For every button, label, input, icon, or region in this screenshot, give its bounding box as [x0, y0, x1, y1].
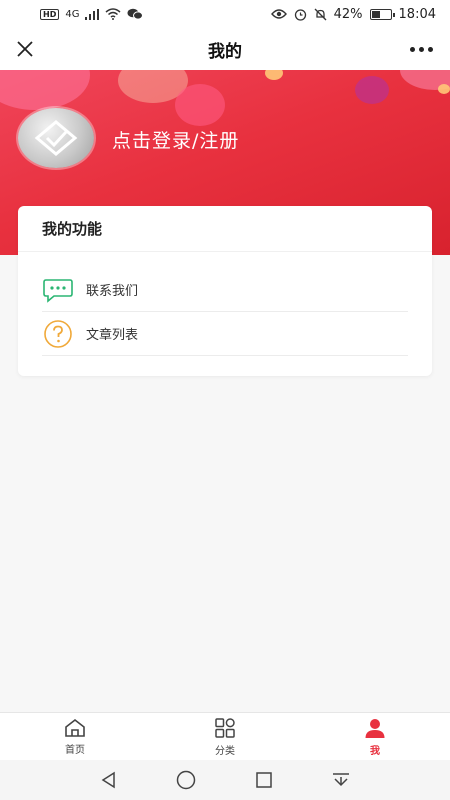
close-button[interactable] [12, 36, 38, 62]
more-dot-icon [427, 46, 433, 52]
menu-item-contact-us[interactable]: 联系我们 [42, 268, 408, 312]
hd-badge: HD [40, 8, 60, 20]
decor-bubble [175, 84, 225, 126]
status-left: HD 4G [40, 8, 144, 20]
signal-icon [85, 8, 100, 20]
wifi-icon [105, 8, 121, 20]
battery-percent: 42% [333, 6, 363, 22]
chat-bubble-icon [42, 274, 74, 306]
alarm-icon [294, 8, 306, 21]
default-avatar-icon [34, 120, 78, 156]
wechat-icon [127, 8, 144, 20]
home-icon [65, 718, 85, 737]
nav-bar: 我的 [0, 28, 450, 70]
category-grid-icon [215, 717, 235, 738]
tab-label: 首页 [65, 744, 85, 756]
status-right: 42% 18:04 [270, 6, 436, 22]
home-circle-icon [177, 770, 196, 790]
recents-square-icon [256, 772, 272, 788]
more-dot-icon [418, 46, 424, 52]
login-register-link[interactable]: 点击登录/注册 [112, 126, 239, 153]
tab-label: 分类 [215, 745, 235, 757]
home-button[interactable] [166, 765, 206, 795]
eye-icon [270, 9, 287, 19]
tab-label: 我 [370, 745, 380, 757]
back-button[interactable] [89, 765, 129, 795]
recents-button[interactable] [244, 765, 284, 795]
decor-bubble [0, 70, 90, 110]
tab-me[interactable]: 我 [300, 713, 450, 760]
user-icon [365, 718, 385, 738]
menu-item-article-list[interactable]: 文章列表 [42, 312, 408, 356]
back-triangle-icon [101, 771, 115, 789]
tab-category[interactable]: 分类 [150, 713, 300, 760]
notification-pull-button[interactable] [321, 765, 361, 795]
more-button[interactable] [406, 36, 436, 62]
page-title: 我的 [208, 41, 242, 62]
close-icon [17, 41, 33, 57]
functions-card: 我的功能 联系我们 文章列表 [18, 206, 432, 376]
decor-bubble [355, 76, 389, 104]
tab-home[interactable]: 首页 [0, 713, 150, 760]
clock: 18:04 [398, 6, 436, 22]
decor-bubble [265, 70, 283, 80]
battery-icon [369, 8, 395, 20]
network-type: 4G [65, 8, 80, 20]
mute-bell-icon [314, 8, 327, 20]
system-nav-bar [0, 760, 450, 800]
pull-down-icon [333, 773, 350, 787]
decor-bubble [438, 84, 450, 94]
avatar[interactable] [18, 108, 94, 168]
tab-bar: 首页 分类 我 [0, 712, 450, 760]
question-circle-icon [42, 318, 74, 350]
status-bar: HD 4G 42% 18:04 [0, 0, 450, 28]
more-dot-icon [409, 46, 415, 52]
menu-item-label: 联系我们 [86, 284, 139, 299]
menu-item-label: 文章列表 [86, 328, 139, 343]
functions-title: 我的功能 [18, 206, 432, 252]
